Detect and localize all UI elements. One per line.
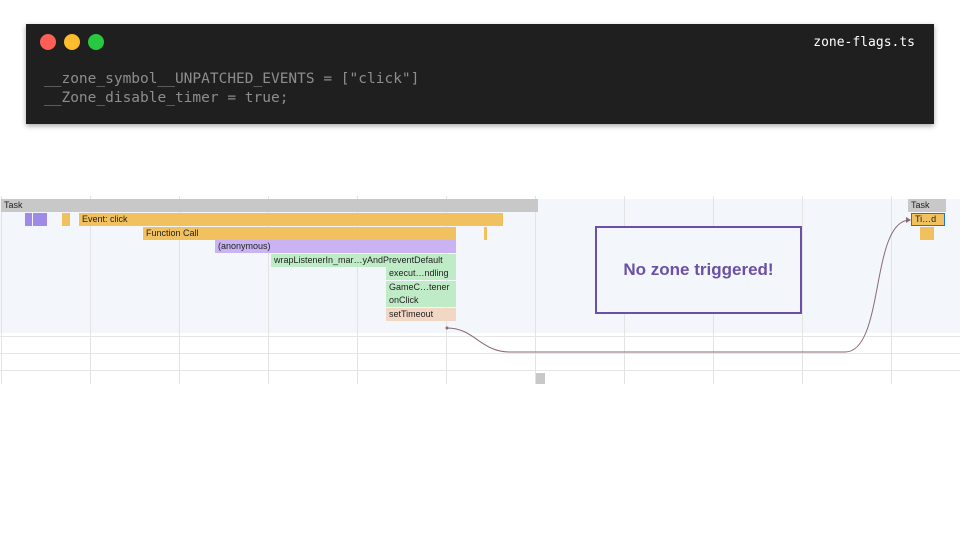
code-filename: zone-flags.ts bbox=[813, 35, 915, 50]
annotation-text: No zone triggered! bbox=[623, 260, 774, 279]
game-listener-bar[interactable]: GameC…tener bbox=[386, 281, 456, 294]
small-event-bar[interactable] bbox=[62, 213, 70, 226]
code-line-2: __Zone_disable_timer = true; bbox=[44, 90, 289, 106]
timer-child-bar[interactable] bbox=[920, 227, 934, 240]
annotation-box: No zone triggered! bbox=[595, 226, 802, 314]
track-divider bbox=[0, 353, 960, 354]
minimize-window-dot[interactable] bbox=[64, 34, 80, 50]
grid-line bbox=[1, 196, 2, 384]
track-divider bbox=[0, 370, 960, 371]
event-click-bar[interactable]: Event: click bbox=[79, 213, 503, 226]
execute-bar[interactable]: execut…ndling bbox=[386, 267, 456, 280]
small-event-bar[interactable] bbox=[25, 213, 32, 226]
small-event-bar[interactable] bbox=[33, 213, 47, 226]
grid-line bbox=[891, 196, 892, 384]
settimeout-bar[interactable]: setTimeout bbox=[386, 308, 456, 321]
small-function-bar[interactable] bbox=[484, 227, 487, 240]
function-call-bar[interactable]: Function Call bbox=[143, 227, 456, 240]
code-line-1: __zone_symbol__UNPATCHED_EVENTS = ["clic… bbox=[44, 71, 420, 87]
close-window-dot[interactable] bbox=[40, 34, 56, 50]
timer-fired-bar[interactable]: Ti…d bbox=[911, 213, 945, 226]
maximize-window-dot[interactable] bbox=[88, 34, 104, 50]
timeline-scroll-thumb[interactable] bbox=[536, 373, 545, 384]
onclick-bar[interactable]: onClick bbox=[386, 294, 456, 307]
track-divider bbox=[0, 336, 960, 337]
anonymous-bar[interactable]: (anonymous) bbox=[215, 240, 456, 253]
grid-line bbox=[535, 196, 536, 384]
flame-chart[interactable]: Task Event: click Function Call (anonymo… bbox=[0, 196, 960, 384]
grid-line bbox=[802, 196, 803, 384]
task-bar-2[interactable]: Task bbox=[908, 199, 946, 212]
task-bar[interactable]: Task bbox=[1, 199, 538, 212]
wrap-listener-bar[interactable]: wrapListenerIn_mar…yAndPreventDefault bbox=[271, 254, 456, 267]
